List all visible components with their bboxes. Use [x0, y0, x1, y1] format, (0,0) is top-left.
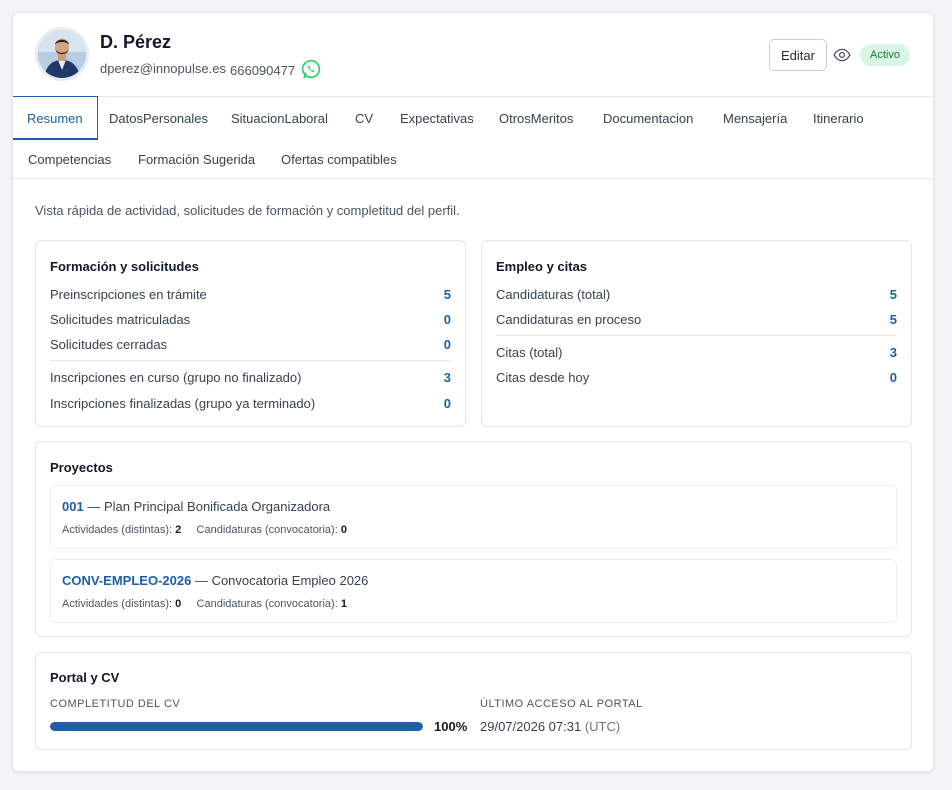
project-name: — Convocatoria Empleo 2026	[194, 573, 369, 588]
cv-progress-percent: 100%	[434, 719, 468, 734]
formacion-divider	[50, 360, 451, 361]
formacion-row: Inscripciones en curso (grupo no finaliz…	[50, 370, 451, 390]
eye-icon[interactable]	[833, 47, 851, 63]
project-candidaturas-label: Candidaturas (convocatoria):	[196, 598, 338, 610]
tab-formacion-sugerida[interactable]: Formación Sugerida	[124, 138, 269, 181]
whatsapp-icon[interactable]	[301, 59, 321, 79]
project-item: 001 — Plan Principal Bonificada Organiza…	[50, 485, 897, 549]
empleo-row: Candidaturas (total) 5	[496, 287, 897, 307]
tab-ofertas-compatibles[interactable]: Ofertas compatibles	[267, 138, 411, 181]
formacion-row-label: Preinscripciones en trámite	[50, 287, 207, 302]
project-item: CONV-EMPLEO-2026 — Convocatoria Empleo 2…	[50, 559, 897, 623]
tab-cv[interactable]: CV	[341, 97, 387, 140]
cv-completeness-label: COMPLETITUD DEL CV	[50, 698, 181, 710]
formacion-row: Solicitudes cerradas 0	[50, 337, 451, 357]
formacion-row-value[interactable]: 0	[444, 312, 451, 327]
formacion-row: Inscripciones finalizadas (grupo ya term…	[50, 396, 451, 416]
project-meta: Actividades (distintas): 2 Candidaturas …	[62, 524, 347, 536]
empleo-row-label: Citas desde hoy	[496, 370, 590, 385]
empleo-row-value[interactable]: 5	[890, 287, 897, 302]
formacion-row-value[interactable]: 3	[444, 370, 451, 385]
formacion-row: Preinscripciones en trámite 5	[50, 287, 451, 307]
empleo-title: Empleo y citas	[496, 259, 588, 274]
formacion-row-label: Inscripciones finalizadas (grupo ya term…	[50, 396, 316, 411]
empleo-row-label: Candidaturas (total)	[496, 287, 611, 302]
profile-phone: 666090477	[230, 63, 296, 78]
tab-resumen[interactable]: Resumen	[13, 96, 98, 140]
project-candidaturas-label: Candidaturas (convocatoria):	[196, 524, 338, 536]
profile-email: dperez@innopulse.es	[100, 61, 226, 76]
summary-intro: Vista rápida de actividad, solicitudes d…	[35, 203, 460, 218]
avatar	[35, 27, 89, 81]
avatar-image	[38, 30, 86, 78]
project-candidaturas-value: 0	[340, 524, 347, 536]
proyectos-panel: Proyectos 001 — Plan Principal Bonificad…	[35, 441, 912, 637]
empleo-row: Candidaturas en proceso 5	[496, 312, 897, 332]
profile-tabs: Resumen DatosPersonales SituacionLaboral…	[13, 96, 933, 179]
project-code-link[interactable]: CONV-EMPLEO-2026	[62, 573, 191, 588]
empleo-row-value[interactable]: 0	[890, 370, 897, 385]
tab-otros-meritos[interactable]: OtrosMeritos	[485, 97, 587, 140]
empleo-panel: Empleo y citas Candidaturas (total) 5 Ca…	[481, 240, 912, 427]
formacion-row-value[interactable]: 0	[444, 337, 451, 352]
project-activities-label: Actividades (distintas):	[62, 598, 173, 610]
portal-panel: Portal y CV COMPLETITUD DEL CV 100% ÚLTI…	[35, 652, 912, 750]
project-activities-value: 2	[175, 524, 182, 536]
tab-datos-personales[interactable]: DatosPersonales	[95, 97, 222, 140]
profile-header: D. Pérez dperez@innopulse.es 666090477 E…	[13, 13, 933, 96]
project-code-link[interactable]: 001	[62, 499, 84, 514]
empleo-divider	[496, 335, 897, 336]
proyectos-title: Proyectos	[50, 460, 113, 475]
tab-situacion-laboral[interactable]: SituacionLaboral	[217, 97, 342, 140]
formacion-row-label: Inscripciones en curso (grupo no finaliz…	[50, 370, 302, 385]
project-meta: Actividades (distintas): 0 Candidaturas …	[62, 598, 347, 610]
tab-itinerario[interactable]: Itinerario	[799, 97, 878, 140]
formacion-row-label: Solicitudes cerradas	[50, 337, 168, 352]
profile-name: D. Pérez	[100, 32, 172, 52]
project-heading: CONV-EMPLEO-2026 — Convocatoria Empleo 2…	[62, 573, 368, 588]
project-candidaturas-value: 1	[340, 598, 347, 610]
tab-mensajeria[interactable]: Mensajería	[709, 97, 801, 140]
project-activities-value: 0	[175, 598, 182, 610]
project-activities-label: Actividades (distintas):	[62, 524, 173, 536]
empleo-row-value[interactable]: 5	[890, 312, 897, 327]
edit-button[interactable]: Editar	[769, 39, 827, 71]
cv-progress-fill	[50, 722, 423, 731]
tab-documentacion[interactable]: Documentacion	[589, 97, 707, 140]
empleo-row-value[interactable]: 3	[890, 345, 897, 360]
formacion-row-value[interactable]: 5	[444, 287, 451, 302]
empleo-row-label: Candidaturas en proceso	[496, 312, 642, 327]
formacion-row: Solicitudes matriculadas 0	[50, 312, 451, 332]
last-access-timezone: (UTC)	[584, 719, 621, 734]
tab-expectativas[interactable]: Expectativas	[386, 97, 488, 140]
status-badge: Activo	[860, 44, 910, 66]
formacion-row-value[interactable]: 0	[444, 396, 451, 411]
portal-title: Portal y CV	[50, 670, 120, 685]
empleo-row: Citas (total) 3	[496, 345, 897, 365]
last-access-value: 29/07/2026 07:31 (UTC)	[480, 719, 620, 734]
project-name: — Plan Principal Bonificada Organizadora	[87, 499, 331, 514]
formacion-title: Formación y solicitudes	[50, 259, 199, 274]
formacion-row-label: Solicitudes matriculadas	[50, 312, 191, 327]
empleo-row: Citas desde hoy 0	[496, 370, 897, 390]
tab-competencias[interactable]: Competencias	[14, 138, 125, 181]
cv-progress-bar	[50, 722, 423, 731]
last-access-datetime: 29/07/2026 07:31	[480, 719, 582, 734]
profile-card: D. Pérez dperez@innopulse.es 666090477 E…	[12, 12, 934, 772]
empleo-row-label: Citas (total)	[496, 345, 563, 360]
formacion-panel: Formación y solicitudes Preinscripciones…	[35, 240, 466, 427]
project-heading: 001 — Plan Principal Bonificada Organiza…	[62, 499, 330, 514]
last-access-label: ÚLTIMO ACCESO AL PORTAL	[480, 698, 643, 710]
